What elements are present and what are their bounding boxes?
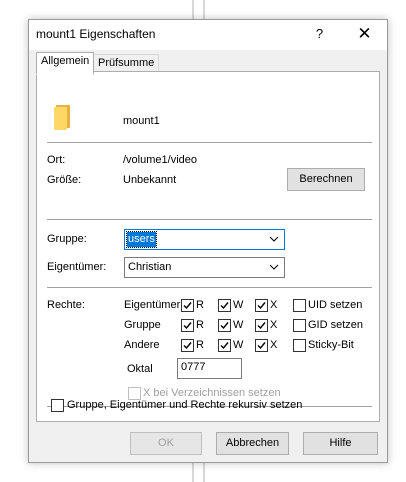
recursive-label: Gruppe, Eigentümer und Rechte rekursiv s… [67, 399, 303, 411]
octal-input-value: 0777 [181, 361, 206, 373]
tab-allgemein[interactable]: Allgemein [36, 52, 95, 75]
other-exec-label: X [270, 339, 278, 351]
folder-icon [54, 105, 70, 130]
uid-set-label: UID setzen [308, 299, 363, 311]
help-button-label: Hilfe [329, 437, 352, 449]
tab-label: Prüfsumme [98, 57, 155, 69]
permissions-label: Rechte: [47, 299, 85, 311]
group-label: Gruppe: [47, 233, 87, 245]
close-button[interactable]: ✕ [342, 20, 387, 50]
owner-select-value: Christian [128, 261, 172, 273]
ok-button-label: OK [158, 437, 174, 449]
chevron-down-icon [269, 236, 279, 242]
check-icon [257, 342, 266, 350]
owner-exec-checkbox[interactable] [255, 299, 268, 312]
check-icon [183, 322, 192, 330]
group-exec-label: X [270, 319, 278, 331]
owner-write-label: W [233, 299, 244, 311]
dir-exec-label: X bei Verzeichnissen setzen [143, 387, 281, 399]
other-read-checkbox[interactable] [181, 339, 194, 352]
check-icon [183, 302, 192, 310]
owner-select[interactable]: Christian [124, 257, 285, 278]
group-select-value: users [126, 231, 157, 248]
sticky-bit-checkbox[interactable] [293, 339, 306, 352]
uid-set-checkbox[interactable] [293, 299, 306, 312]
recursive-checkbox[interactable] [51, 399, 64, 412]
size-label: Größe: [47, 174, 82, 186]
owner-read-label: R [196, 299, 204, 311]
item-name: mount1 [123, 115, 160, 127]
check-icon [257, 322, 266, 330]
ok-button[interactable]: OK [130, 432, 202, 455]
check-icon [220, 302, 229, 310]
properties-dialog: mount1 Eigenschaften ? ✕ Allgemein Prüfs… [28, 19, 388, 463]
group-exec-checkbox[interactable] [255, 319, 268, 332]
octal-label: Oktal [127, 363, 153, 375]
tab-label: Allgemein [41, 55, 90, 67]
group-read-checkbox[interactable] [181, 319, 194, 332]
separator [47, 142, 372, 143]
perm-row-label-other: Andere [124, 339, 160, 351]
location-value: /volume1/video [123, 154, 197, 166]
separator [47, 219, 372, 220]
other-exec-checkbox[interactable] [255, 339, 268, 352]
group-read-label: R [196, 319, 204, 331]
tab-panel-allgemein: mount1 Ort: /volume1/video Größe: Unbeka… [36, 71, 380, 422]
perm-row-label-group: Gruppe [124, 319, 161, 331]
perm-row-label-owner: Eigentümer [124, 299, 181, 311]
help-icon: ? [315, 26, 324, 41]
other-write-checkbox[interactable] [218, 339, 231, 352]
owner-exec-label: X [270, 299, 278, 311]
chevron-down-icon [269, 264, 279, 270]
window-title: mount1 Eigenschaften [36, 27, 156, 41]
group-select[interactable]: users [124, 229, 285, 250]
check-icon [220, 322, 229, 330]
gid-set-checkbox[interactable] [293, 319, 306, 332]
gid-set-label: GID setzen [308, 319, 364, 331]
group-write-checkbox[interactable] [218, 319, 231, 332]
cancel-button[interactable]: Abbrechen [216, 432, 289, 455]
other-write-label: W [233, 339, 244, 351]
title-bar: mount1 Eigenschaften ? ✕ [29, 20, 387, 50]
group-write-label: W [233, 319, 244, 331]
calculate-button[interactable]: Berechnen [287, 168, 365, 191]
cancel-button-label: Abbrechen [225, 437, 280, 449]
separator [47, 287, 372, 288]
check-icon [257, 302, 266, 310]
size-value: Unbekannt [123, 174, 177, 186]
check-icon [183, 342, 192, 350]
close-icon: ✕ [357, 24, 372, 43]
check-icon [220, 342, 229, 350]
sticky-bit-label: Sticky-Bit [308, 339, 354, 351]
calculate-button-label: Berechnen [299, 173, 353, 185]
help-button[interactable]: Hilfe [303, 432, 378, 455]
owner-label: Eigentümer: [47, 261, 107, 273]
location-label: Ort: [47, 154, 66, 166]
owner-read-checkbox[interactable] [181, 299, 194, 312]
owner-write-checkbox[interactable] [218, 299, 231, 312]
other-read-label: R [196, 339, 204, 351]
help-title-button[interactable]: ? [297, 20, 342, 50]
octal-input[interactable]: 0777 [177, 358, 242, 379]
